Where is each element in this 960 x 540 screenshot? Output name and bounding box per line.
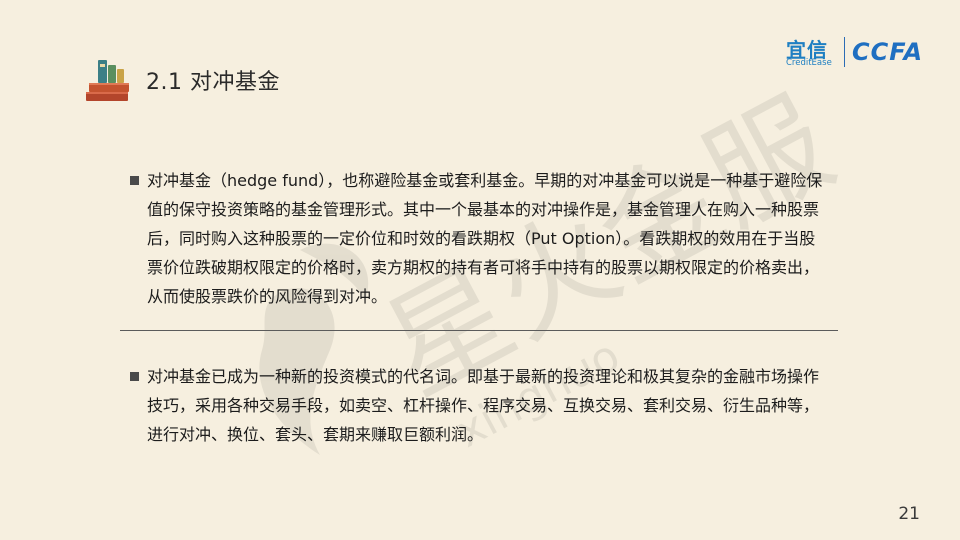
- divider: [120, 330, 838, 331]
- bullet-square-icon: [130, 176, 139, 185]
- paragraph-2-text: 对冲基金已成为一种新的投资模式的代名词。即基于最新的投资理论和极其复杂的金融市场…: [147, 367, 820, 444]
- slide: 星火金服 xinghuo 2.1 对冲基金 宜信 CreditEase CCFA…: [0, 0, 960, 540]
- paragraph-2: 对冲基金已成为一种新的投资模式的代名词。即基于最新的投资理论和极其复杂的金融市场…: [130, 362, 830, 449]
- books-icon: [86, 60, 129, 101]
- paragraph-1: 对冲基金（hedge fund），也称避险基金或套利基金。早期的对冲基金可以说是…: [130, 166, 830, 311]
- bullet-square-icon: [130, 372, 139, 381]
- title-row: 2.1 对冲基金: [84, 56, 280, 104]
- brand-logo: 宜信 CreditEase CCFA: [784, 34, 934, 70]
- page-number: 21: [898, 504, 920, 524]
- logo-partner: CCFA: [852, 38, 924, 66]
- logo-separator: [844, 37, 845, 67]
- logo-brand-en: CreditEase: [786, 58, 832, 68]
- page-title: 2.1 对冲基金: [146, 70, 280, 95]
- paragraph-1-text: 对冲基金（hedge fund），也称避险基金或套利基金。早期的对冲基金可以说是…: [147, 171, 823, 306]
